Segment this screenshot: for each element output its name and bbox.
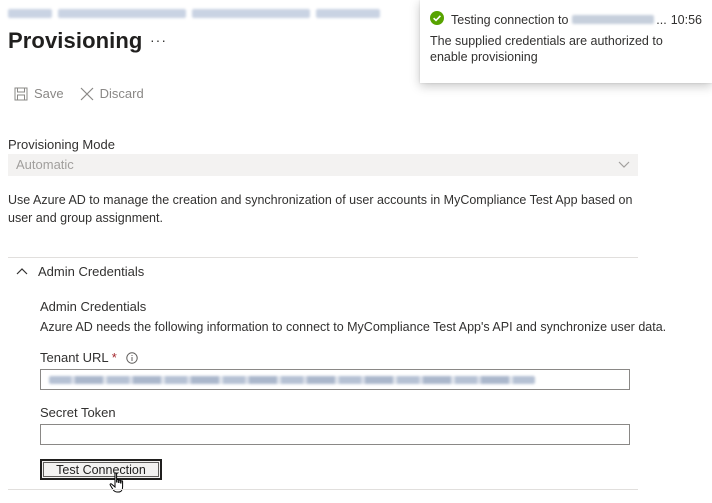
chevron-up-icon	[16, 264, 28, 279]
tenant-url-input[interactable]	[40, 369, 630, 390]
chevron-down-icon	[618, 158, 630, 173]
discard-button[interactable]: Discard	[80, 86, 144, 101]
notification-toast[interactable]: Testing connection to ... 10:56 The supp…	[420, 0, 712, 83]
provisioning-mode-label: Provisioning Mode	[8, 137, 115, 152]
breadcrumb-segment[interactable]	[316, 8, 380, 18]
save-icon	[14, 87, 28, 101]
page-title: Provisioning	[8, 28, 143, 53]
close-icon	[80, 87, 94, 101]
provisioning-mode-dropdown[interactable]: Automatic	[8, 154, 638, 176]
breadcrumb-segment[interactable]	[58, 8, 186, 18]
save-button[interactable]: Save	[14, 86, 64, 101]
admin-credentials-description: Azure AD needs the following information…	[40, 320, 667, 334]
notification-message: The supplied credentials are authorized …	[430, 34, 663, 64]
section-divider-bottom	[8, 489, 638, 490]
required-indicator: *	[111, 350, 117, 365]
tenant-url-redacted-value	[49, 376, 535, 384]
command-bar: Save Discard	[14, 86, 144, 101]
notification-time: 10:56	[670, 12, 702, 27]
admin-credentials-section-toggle[interactable]: Admin Credentials	[16, 264, 144, 279]
tenant-url-label: Tenant URL *	[40, 350, 139, 367]
test-connection-button[interactable]: Test Connection	[40, 459, 162, 480]
success-check-icon	[430, 11, 444, 28]
hand-cursor-icon	[109, 472, 129, 501]
provisioning-mode-description: Use Azure AD to manage the creation and …	[8, 193, 633, 225]
notification-title-prefix: Testing connection to	[451, 12, 569, 27]
info-icon[interactable]	[126, 352, 139, 367]
section-divider	[8, 257, 638, 258]
notification-redacted-target	[572, 15, 655, 24]
notification-title-suffix: ...	[656, 12, 667, 27]
admin-credentials-title: Admin Credentials	[40, 299, 147, 314]
save-label: Save	[34, 86, 64, 101]
discard-label: Discard	[99, 86, 144, 101]
breadcrumb-segment[interactable]	[8, 8, 52, 18]
notification-header: Testing connection to ... 10:56	[430, 11, 702, 28]
breadcrumb-segment[interactable]	[192, 8, 310, 18]
provisioning-mode-value: Automatic	[16, 157, 74, 172]
secret-token-input[interactable]	[40, 424, 630, 445]
tenant-url-label-text: Tenant URL	[40, 350, 109, 365]
breadcrumb[interactable]	[8, 6, 380, 20]
admin-credentials-section-label: Admin Credentials	[38, 264, 145, 279]
more-options-button[interactable]: ···	[150, 32, 167, 48]
secret-token-label: Secret Token	[40, 405, 116, 420]
